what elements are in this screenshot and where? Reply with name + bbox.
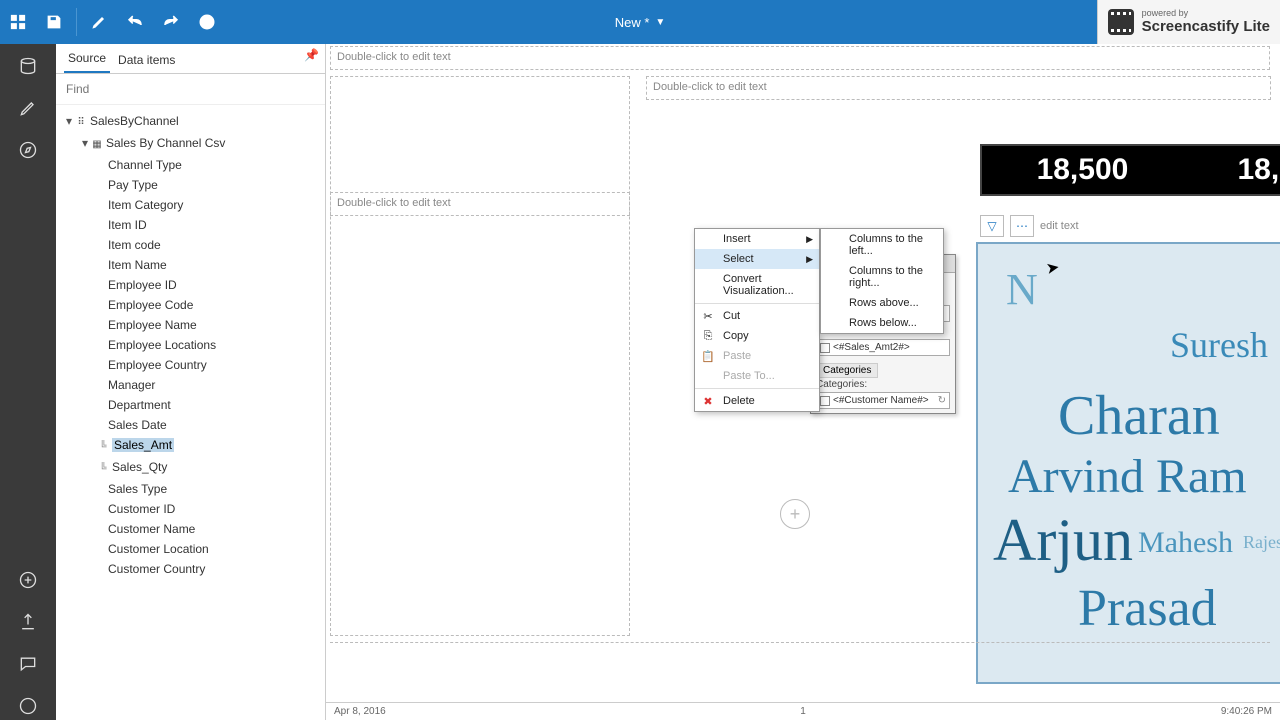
pin-icon[interactable]: 📌 [304,48,319,62]
left-rail [0,44,56,720]
tree-field[interactable]: Department [108,398,171,412]
undo-button[interactable] [117,0,153,44]
menu-cut[interactable]: ✂Cut [695,306,819,326]
footer-time: 9:40:26 PM [1221,706,1272,717]
chevron-down-icon: ▼ [655,17,665,28]
tag-cloud-visualization[interactable]: N Suresh Charan Arvind Ram Arjun Mahesh … [976,242,1280,684]
report-canvas: Double-click to edit text Double-click t… [326,44,1280,720]
tree-field[interactable]: Employee Locations [108,338,216,352]
document-title[interactable]: New *▼ [615,15,666,30]
add-widget-button[interactable]: + [780,499,810,529]
cloud-word: Arjun [993,506,1133,575]
metric-value: 18,800 [1237,153,1280,187]
tree-root[interactable]: SalesByChannel [90,114,179,128]
tab-data-items[interactable]: Data items [114,47,179,73]
copy-icon: ⎘ [701,330,715,343]
source-panel: Source Data items 📌 ▾⠿SalesByChannel ▾▦S… [56,44,326,720]
placeholder-text[interactable]: edit text [1040,220,1079,232]
top-toolbar: New *▼ powered byScreencastify Lite [0,0,1280,44]
tree-field[interactable]: Channel Type [108,158,182,172]
more-button[interactable]: ⋯ [1010,215,1034,237]
cloud-word: Charan [1058,384,1220,448]
menu-paste-to: Paste To... [695,366,819,386]
submenu-cols-right[interactable]: Columns to the right... [821,261,943,293]
redo-button[interactable] [153,0,189,44]
tree-field[interactable]: Pay Type [108,178,158,192]
tree-sales-amt[interactable]: Sales_Amt [112,438,174,452]
tree-sales-qty[interactable]: Sales_Qty [112,460,167,474]
tab-source[interactable]: Source [64,45,110,73]
submenu-rows-above[interactable]: Rows above... [821,293,943,313]
cloud-word: Suresh [1170,324,1268,366]
footer-page: 1 [800,706,806,717]
upload-icon[interactable] [14,608,42,636]
menu-paste: 📋Paste [695,346,819,366]
compass-icon[interactable] [14,136,42,164]
menu-delete[interactable]: ✖Delete [695,391,819,411]
footer-date: Apr 8, 2016 [334,706,386,717]
paste-icon: 📋 [701,350,715,363]
data-tree: ▾⠿SalesByChannel ▾▦Sales By Channel Csv … [56,105,325,585]
menu-select[interactable]: Select▶ [695,249,819,269]
save-button[interactable] [36,0,72,44]
cloud-word: Prasad [1078,579,1217,638]
cloud-word: Mahesh [1138,526,1233,560]
cloud-word: Rajesh [1243,532,1280,553]
chat-icon[interactable] [14,650,42,678]
cloud-word: N [1006,264,1038,315]
tree-field[interactable]: Item Category [108,198,183,212]
find-input[interactable] [56,74,325,105]
status-bar: Apr 8, 2016 1 9:40:26 PM [326,702,1280,720]
placeholder-text[interactable]: Double-click to edit text [647,77,1270,97]
tree-csv[interactable]: Sales By Channel Csv [106,136,225,150]
menu-insert[interactable]: Insert▶ [695,229,819,249]
tree-field[interactable]: Manager [108,378,155,392]
metric-value: 18,500 [1037,153,1129,187]
tree-field[interactable]: Sales Type [108,482,167,496]
menu-copy[interactable]: ⎘Copy [695,326,819,346]
categories-field[interactable]: <#Customer Name#>↻ [816,392,950,409]
data-icon[interactable] [14,52,42,80]
film-icon [1108,9,1134,35]
placeholder-text[interactable]: Double-click to edit text [331,47,1269,67]
submenu-cols-left[interactable]: Columns to the left... [821,229,943,261]
context-submenu: Columns to the left... Columns to the ri… [820,228,944,334]
tree-field[interactable]: Employee ID [108,278,177,292]
help-icon[interactable] [14,692,42,720]
color-field[interactable]: <#Sales_Amt2#> [816,339,950,356]
delete-icon: ✖ [701,395,715,408]
edit-button[interactable] [81,0,117,44]
tree-field[interactable]: Customer Country [108,562,205,576]
tree-field[interactable]: Item Name [108,258,167,272]
tree-field[interactable]: Employee Name [108,318,197,332]
tree-field[interactable]: Item ID [108,218,147,232]
cloud-word: Arvind Ram [1008,449,1247,504]
run-button[interactable] [189,0,225,44]
tree-field[interactable]: Customer Location [108,542,209,556]
categories-section[interactable]: Categories [816,363,878,378]
tree-field[interactable]: Employee Code [108,298,193,312]
context-menu: Insert▶ Select▶ Convert Visualization...… [694,228,820,412]
tree-field[interactable]: Customer Name [108,522,195,536]
submenu-rows-below[interactable]: Rows below... [821,313,943,333]
menu-convert[interactable]: Convert Visualization... [695,269,819,301]
filter-button[interactable]: ▽ [980,215,1004,237]
pencil-icon[interactable] [14,94,42,122]
tree-field[interactable]: Customer ID [108,502,175,516]
tree-field[interactable]: Item code [108,238,161,252]
categories-label: Categories: [811,379,955,390]
metrics-strip: 18,500 18,800 8,500 [980,144,1280,196]
scissors-icon: ✂ [701,310,715,323]
tree-field[interactable]: Sales Date [108,418,167,432]
tree-field[interactable]: Employee Country [108,358,207,372]
screencastify-badge: powered byScreencastify Lite [1097,0,1280,44]
add-icon[interactable] [14,566,42,594]
placeholder-text[interactable]: Double-click to edit text [331,193,629,213]
app-menu-button[interactable] [0,0,36,44]
